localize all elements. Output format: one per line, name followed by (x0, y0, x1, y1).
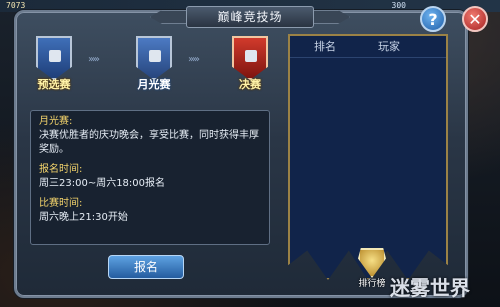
stage-label-final: 决赛 (239, 78, 261, 91)
help-button[interactable]: ? (420, 6, 446, 32)
arrow-icon: ››››› (188, 54, 200, 65)
moonlight-section-title: 月光赛: (39, 116, 73, 127)
stage-preliminary[interactable]: 预选赛 (32, 36, 76, 92)
shield-lock-icon (36, 36, 72, 80)
signup-time-title: 报名时间: (39, 164, 83, 175)
match-time-value: 周六晚上21:30开始 (39, 212, 128, 223)
game-logo-watermark: 迷雾世界 (390, 276, 470, 300)
ranking-col-player: 玩家 (378, 40, 400, 53)
signup-button[interactable]: 报名 (108, 255, 184, 279)
stage-info-panel: 月光赛: 决赛优胜者的庆功晚会，享受比赛，同时获得丰厚奖励。 报名时间: 周三2… (30, 110, 270, 245)
stage-final[interactable]: 决赛 (228, 36, 272, 92)
match-time-title: 比赛时间: (39, 198, 83, 209)
signup-time-value: 周三23:00~周六18:00报名 (39, 178, 166, 189)
close-button[interactable]: ✕ (462, 6, 488, 32)
stage-label-moonlight: 月光赛 (137, 78, 171, 91)
leaderboard-button[interactable]: 排行榜 (350, 248, 394, 292)
shield-lock-icon (136, 36, 172, 80)
ranking-col-rank: 排名 (314, 40, 336, 53)
moonlight-description: 决赛优胜者的庆功晚会，享受比赛，同时获得丰厚奖励。 (39, 130, 259, 155)
arrow-icon: ››››› (88, 54, 100, 65)
ranking-banner: 排名 玩家 (288, 34, 448, 280)
window-title: 巅峰竞技场 (186, 6, 314, 28)
shield-lock-icon (232, 36, 268, 80)
status-number-left: 7073 (6, 1, 26, 10)
ranking-header: 排名 玩家 (290, 36, 446, 58)
stage-progress: 预选赛 ››››› 月光赛 ››››› 决赛 (32, 36, 282, 96)
stage-label-preliminary: 预选赛 (37, 78, 71, 91)
trophy-icon (358, 248, 386, 278)
stage-moonlight[interactable]: 月光赛 (132, 36, 176, 92)
